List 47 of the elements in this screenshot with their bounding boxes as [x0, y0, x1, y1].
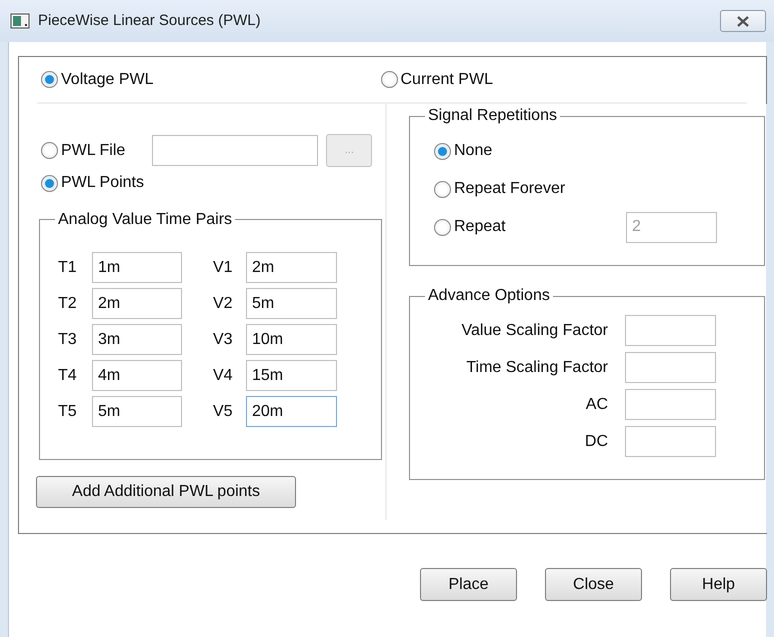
field-label: AC [584, 394, 608, 414]
group-title: Signal Repetitions [427, 108, 558, 124]
value-field[interactable]: 2m [246, 252, 337, 283]
radio-button[interactable]: Voltage PWL [41, 68, 154, 92]
field-label: V2 [213, 294, 234, 314]
radio-button[interactable]: Repeat Forever [434, 177, 566, 201]
close-icon [736, 16, 750, 26]
advance-field[interactable] [625, 426, 716, 457]
field-label: V5 [213, 402, 234, 422]
window-icon [10, 13, 30, 29]
dialog-button[interactable]: Help [670, 568, 767, 601]
time-field[interactable]: 5m [92, 396, 182, 427]
field-label: T4 [58, 366, 78, 386]
radio-button[interactable]: None [434, 139, 492, 163]
group-title: Analog Value Time Pairs [57, 212, 234, 228]
value-field[interactable]: 5m [246, 288, 337, 319]
field-label: T5 [58, 402, 78, 422]
group-title: Advance Options [427, 288, 551, 304]
time-field[interactable]: 4m [92, 360, 182, 391]
time-field[interactable]: 2m [92, 288, 182, 319]
advance-field[interactable] [625, 315, 716, 346]
value-field[interactable]: 10m [246, 324, 337, 355]
field-label: T2 [58, 294, 78, 314]
window-title: PieceWise Linear Sources (PWL) [38, 10, 261, 31]
radio-button[interactable]: PWL Points [41, 171, 144, 195]
dialog-button[interactable]: Place [420, 568, 517, 601]
radio-button[interactable]: Repeat [434, 215, 506, 239]
radio-button[interactable]: Current PWL [380, 68, 493, 92]
field-label: Value Scaling Factor [460, 320, 608, 340]
file-path-field[interactable] [152, 135, 318, 166]
field-label: T1 [58, 258, 78, 278]
add-points-button[interactable]: Add Additional PWL points [36, 476, 296, 508]
radio-button[interactable]: PWL File [41, 138, 126, 162]
value-field[interactable]: 15m [246, 360, 337, 391]
advance-field[interactable] [625, 389, 716, 420]
time-field[interactable]: 1m [92, 252, 182, 283]
field-label: T3 [58, 330, 78, 350]
field-label: V3 [213, 330, 234, 350]
field-label: DC [584, 432, 608, 452]
field-label: V1 [213, 258, 234, 278]
field-label: Time Scaling Factor [465, 358, 608, 378]
advance-field[interactable] [625, 352, 716, 383]
value-field[interactable]: 20m [246, 396, 337, 427]
time-field[interactable]: 3m [92, 324, 182, 355]
dialog-button[interactable]: Close [545, 568, 642, 601]
field-label: V4 [213, 366, 234, 386]
close-button[interactable] [720, 10, 766, 32]
